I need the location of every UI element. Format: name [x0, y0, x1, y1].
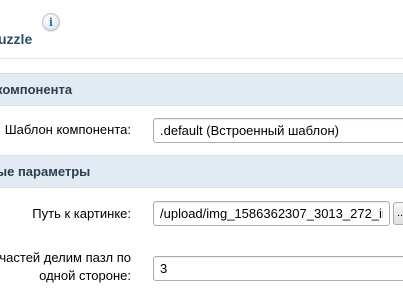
section-title: компонента	[0, 82, 73, 97]
section-title: ые параметры	[0, 164, 91, 179]
template-label: Шаблон компонента:	[4, 122, 131, 137]
image-path-label: Путь к картинке:	[32, 206, 131, 221]
pieces-count-input[interactable]	[153, 256, 403, 281]
pieces-label-line1: о частей делим пазл по	[0, 250, 131, 265]
section-header-component: компонента	[0, 73, 403, 106]
section-header-params: ые параметры	[0, 155, 403, 188]
component-settings-page: uzzle i компонента Шаблон компонента: ые…	[0, 0, 403, 294]
browse-button[interactable]: ...	[393, 202, 403, 225]
page-title: uzzle	[0, 31, 33, 47]
title-divider	[0, 58, 403, 59]
pieces-label-line2: одной стороне:	[39, 268, 131, 283]
template-select[interactable]	[153, 118, 403, 143]
image-path-input[interactable]	[153, 201, 390, 226]
info-icon[interactable]: i	[42, 13, 60, 31]
